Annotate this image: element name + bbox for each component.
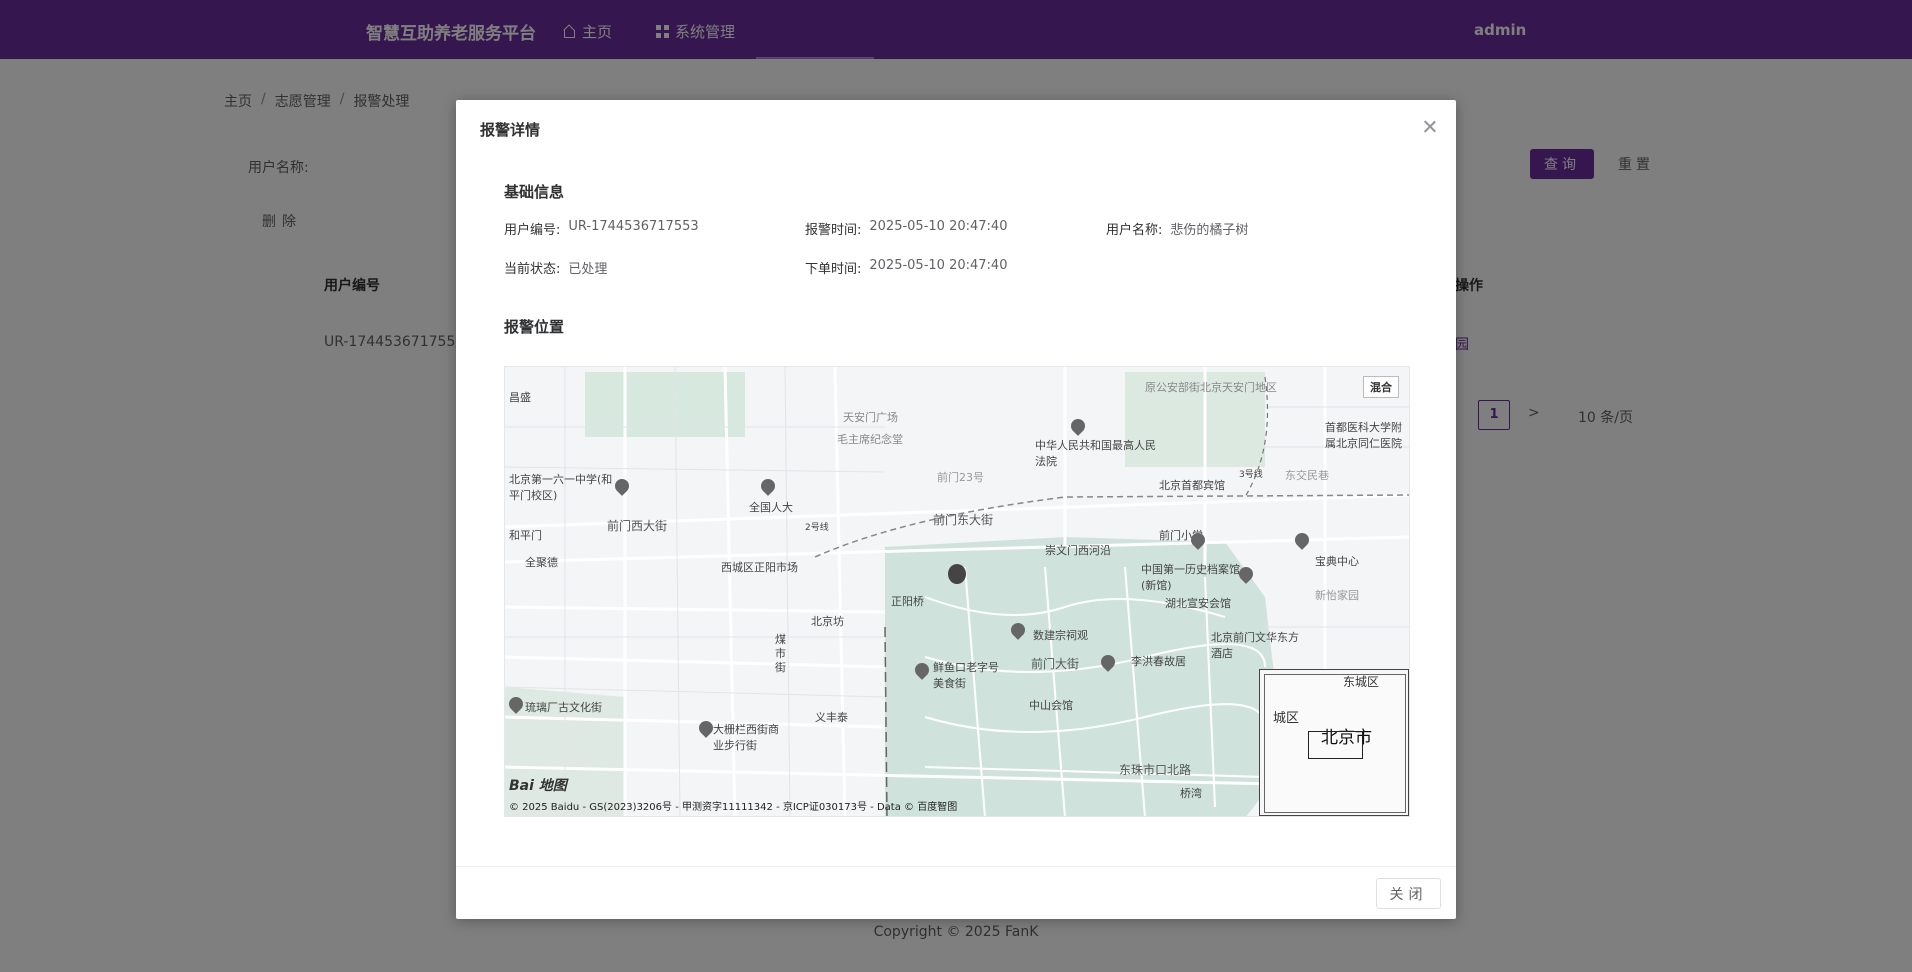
map-label: 东交民巷 xyxy=(1285,469,1329,482)
map-label: 前门23号 xyxy=(937,471,984,484)
map-label: 原公安部街北京天安门地区 xyxy=(1145,381,1277,394)
field-status: 当前状态: 已处理 xyxy=(504,258,607,277)
field-order-time: 下单时间: 2025-05-10 20:47:40 xyxy=(805,258,1007,277)
map-overview-control[interactable]: 东城区 城区 北京市 xyxy=(1259,669,1409,816)
map-label: 北京坊 xyxy=(811,615,844,628)
map-label: 崇文门西河沿 xyxy=(1045,544,1111,557)
field-label: 下单时间: xyxy=(805,262,862,277)
overview-district: 东城区 xyxy=(1343,675,1380,689)
map-label: 西城区正阳市场 xyxy=(721,561,798,574)
field-label: 用户名称: xyxy=(1106,223,1163,238)
map-label: 昌盛 xyxy=(509,391,531,404)
map-label: 煤市街 xyxy=(775,633,786,674)
map-label: 大栅栏西街商业步行街 xyxy=(713,723,779,752)
map-copyright: © 2025 Baidu - GS(2023)3206号 - 甲测资字11111… xyxy=(509,802,958,813)
overview-district: 城区 xyxy=(1273,711,1300,726)
map-label: 全国人大 xyxy=(749,501,793,514)
dialog-close-button[interactable]: 关闭 xyxy=(1376,878,1441,909)
baidu-map-logo: Bai 地图 xyxy=(509,778,567,794)
map-label: 2号线 xyxy=(805,523,829,533)
map-label: 中国第一历史档案馆(新馆) xyxy=(1141,563,1240,592)
map-label: 毛主席纪念堂 xyxy=(837,433,903,446)
map-label: 李洪春故居 xyxy=(1131,655,1186,668)
map-label: 湖北宣安会馆 xyxy=(1165,597,1231,610)
field-user-name: 用户名称: 悲伤的橘子树 xyxy=(1106,219,1248,238)
alarm-location-title: 报警位置 xyxy=(504,318,565,336)
map-road-label: 前门西大街 xyxy=(607,519,668,533)
basic-info-title: 基础信息 xyxy=(504,183,565,201)
alarm-location-marker-icon[interactable] xyxy=(948,564,966,584)
field-label: 报警时间: xyxy=(805,223,862,238)
map-label: 北京首都宾馆 xyxy=(1159,479,1225,492)
map-label: 鲜鱼口老字号美食街 xyxy=(933,661,999,690)
dialog-footer-divider xyxy=(456,866,1456,867)
field-value: 悲伤的橘子树 xyxy=(1170,223,1249,238)
field-label: 当前状态: xyxy=(504,262,561,277)
map-label: 新怡家园 xyxy=(1315,589,1359,602)
map-road-label: 东珠市口北路 xyxy=(1119,763,1192,777)
close-icon[interactable] xyxy=(1421,118,1439,136)
map-road-label: 前门东大街 xyxy=(933,513,994,527)
alarm-detail-dialog: 报警详情 基础信息 用户编号: UR-1744536717553 报警时间: 2… xyxy=(456,100,1456,919)
field-label: 用户编号: xyxy=(504,223,561,238)
map-label: 数建宗祠观 xyxy=(1033,629,1088,642)
map-label: 琉璃厂古文化街 xyxy=(525,701,602,714)
map-type-button[interactable]: 混合 xyxy=(1363,376,1399,398)
field-value: 已处理 xyxy=(568,262,608,277)
map-label: 义丰泰 xyxy=(815,711,848,724)
field-alarm-time: 报警时间: 2025-05-10 20:47:40 xyxy=(805,219,1007,238)
map-overview-inner: 东城区 城区 北京市 xyxy=(1264,674,1406,813)
map-road-label: 前门大街 xyxy=(1031,657,1080,671)
map-label: 正阳桥 xyxy=(891,595,924,608)
map-label: 宝典中心 xyxy=(1315,555,1359,568)
alarm-location-map[interactable]: 昌盛 天安门广场 毛主席纪念堂 原公安部街北京天安门地区 中华人民共和国最高人民… xyxy=(504,366,1410,817)
map-label: 和平门 xyxy=(509,529,542,542)
field-value: 2025-05-10 20:47:40 xyxy=(869,258,1008,273)
field-user-no: 用户编号: UR-1744536717553 xyxy=(504,219,699,238)
field-value: UR-1744536717553 xyxy=(568,219,699,234)
map-label: 天安门广场 xyxy=(843,411,898,424)
map-label: 首都医科大学附属北京同仁医院 xyxy=(1325,421,1402,450)
map-label: 北京第一六一中学(和平门校区) xyxy=(509,473,613,502)
map-label: 3号线 xyxy=(1239,470,1263,480)
overview-viewport-rect[interactable] xyxy=(1308,731,1363,759)
map-label: 桥湾 xyxy=(1180,787,1202,800)
field-value: 2025-05-10 20:47:40 xyxy=(869,219,1008,234)
map-label: 中华人民共和国最高人民法院 xyxy=(1035,439,1156,468)
map-label: 北京前门文华东方酒店 xyxy=(1211,631,1299,660)
map-label: 全聚德 xyxy=(525,556,558,569)
map-label: 中山会馆 xyxy=(1029,699,1073,712)
dialog-title: 报警详情 xyxy=(480,121,541,139)
